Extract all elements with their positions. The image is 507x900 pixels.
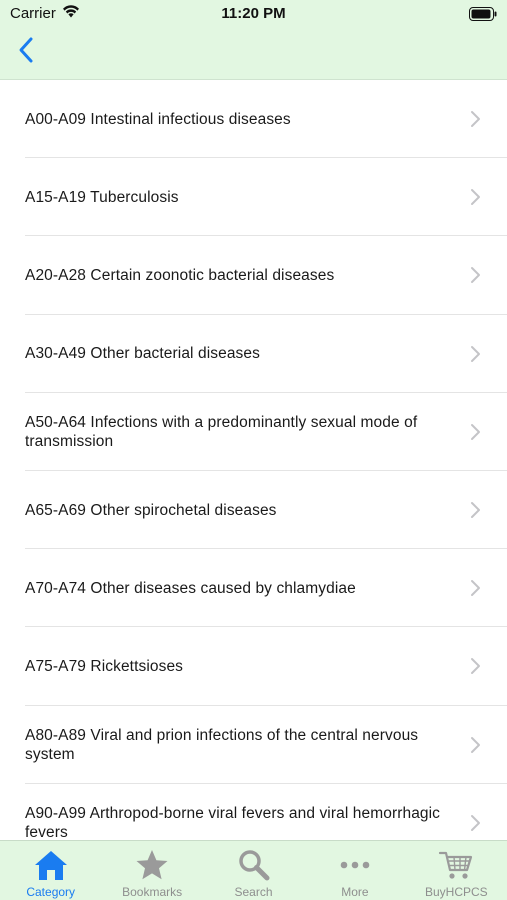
list-item[interactable]: A70-A74 Other diseases caused by chlamyd…: [0, 549, 507, 628]
tab-label: Search: [234, 885, 273, 899]
list-item-label: A50-A64 Infections with a predominantly …: [25, 413, 418, 450]
chevron-right-icon: [469, 266, 481, 284]
back-button[interactable]: [10, 34, 42, 70]
tab-more[interactable]: More: [304, 841, 405, 900]
list-item[interactable]: A90-A99 Arthropod-borne viral fevers and…: [0, 784, 507, 840]
battery-icon: [469, 7, 497, 21]
list-item[interactable]: A65-A69 Other spirochetal diseases: [0, 471, 507, 550]
list-item-label: A65-A69 Other spirochetal diseases: [25, 501, 277, 519]
list-item[interactable]: A00-A09 Intestinal infectious diseases: [0, 80, 507, 159]
more-icon: [337, 847, 373, 883]
list-item-label: A70-A74 Other diseases caused by chlamyd…: [25, 579, 356, 597]
star-icon: [134, 847, 170, 883]
chevron-right-icon: [469, 345, 481, 363]
navigation-bar: [0, 28, 507, 80]
search-icon: [236, 847, 272, 883]
chevron-right-icon: [469, 188, 481, 206]
cart-icon: [438, 847, 474, 883]
chevron-right-icon: [469, 657, 481, 675]
tab-label: Bookmarks: [122, 885, 183, 899]
list-item[interactable]: A80-A89 Viral and prion infections of th…: [0, 706, 507, 784]
chevron-right-icon: [469, 579, 481, 597]
tab-label: Category: [26, 885, 76, 899]
chevron-right-icon: [469, 736, 481, 754]
list-item-label: A30-A49 Other bacterial diseases: [25, 345, 260, 363]
tab-search[interactable]: Search: [203, 841, 304, 900]
list-item-label: A80-A89 Viral and prion infections of th…: [25, 726, 419, 763]
list-item-label: A00-A09 Intestinal infectious diseases: [25, 110, 291, 128]
chevron-right-icon: [469, 814, 481, 832]
home-icon: [33, 847, 69, 883]
list-item[interactable]: A15-A19 Tuberculosis: [0, 158, 507, 237]
list-item[interactable]: A30-A49 Other bacterial diseases: [0, 315, 507, 393]
tab-category[interactable]: Category: [0, 841, 101, 900]
header: Carrier 11:20 PM: [0, 0, 507, 80]
tab-buyhcpcs[interactable]: BuyHCPCS: [406, 841, 507, 900]
clock: 11:20 PM: [221, 5, 286, 22]
list-item-label: A75-A79 Rickettsioses: [25, 657, 184, 675]
category-list[interactable]: A00-A09 Intestinal infectious diseases A…: [0, 80, 507, 840]
status-bar: Carrier 11:20 PM: [0, 0, 507, 28]
chevron-right-icon: [469, 110, 481, 128]
list-item-label: A15-A19 Tuberculosis: [25, 188, 179, 206]
tab-bookmarks[interactable]: Bookmarks: [101, 841, 202, 900]
list-item-label: A90-A99 Arthropod-borne viral fevers and…: [25, 804, 441, 840]
list-item[interactable]: A50-A64 Infections with a predominantly …: [0, 393, 507, 472]
tab-bar: Category Bookmarks Search More BuyHCPCS: [0, 840, 507, 900]
chevron-right-icon: [469, 501, 481, 519]
tab-label: More: [341, 885, 369, 899]
chevron-right-icon: [469, 423, 481, 441]
tab-label: BuyHCPCS: [424, 885, 488, 899]
list-item-label: A20-A28 Certain zoonotic bacterial disea…: [25, 266, 335, 284]
list-item[interactable]: A20-A28 Certain zoonotic bacterial disea…: [0, 236, 507, 315]
list-item[interactable]: A75-A79 Rickettsioses: [0, 627, 507, 706]
chevron-left-icon: [18, 36, 34, 69]
